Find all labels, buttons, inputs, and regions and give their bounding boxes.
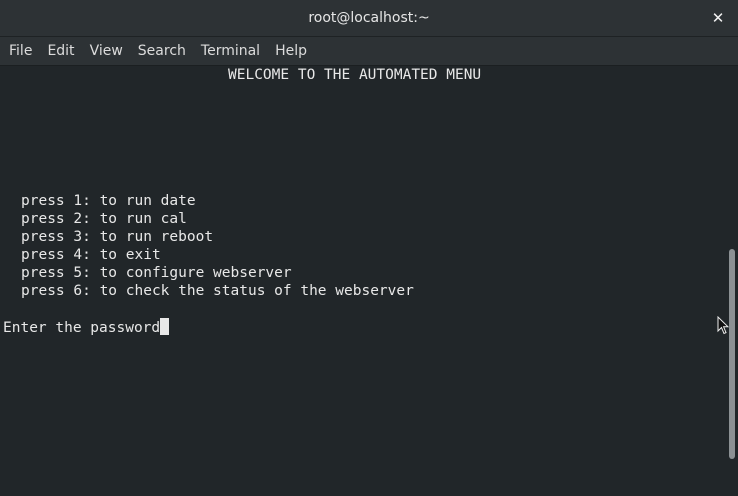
menu-option: press 6: to check the status of the webs… — [21, 283, 414, 299]
scrollbar[interactable] — [724, 66, 738, 496]
menu-option: press 2: to run cal — [21, 211, 187, 227]
terminal-output[interactable]: WELCOME TO THE AUTOMATED MENU press 1: t… — [0, 66, 724, 496]
password-prompt-line: Enter the password — [3, 318, 170, 336]
menu-option: press 5: to configure webserver — [21, 265, 292, 281]
mouse-pointer-icon — [717, 316, 729, 335]
text-cursor — [160, 318, 170, 335]
menu-option: press 3: to run reboot — [21, 229, 214, 245]
menu-search[interactable]: Search — [132, 37, 192, 65]
menu-bar: File Edit View Search Terminal Help — [0, 37, 738, 66]
password-prompt: Enter the password — [3, 320, 161, 336]
close-icon[interactable]: ✕ — [708, 8, 728, 28]
window-title: root@localhost:~ — [308, 10, 430, 26]
title-bar[interactable]: root@localhost:~ ✕ — [0, 0, 738, 37]
scrollbar-thumb[interactable] — [729, 249, 735, 459]
terminal-window: root@localhost:~ ✕ File Edit View Search… — [0, 0, 738, 496]
menu-heading: WELCOME TO THE AUTOMATED MENU — [228, 67, 482, 83]
menu-help[interactable]: Help — [269, 37, 313, 65]
menu-edit[interactable]: Edit — [41, 37, 80, 65]
menu-view[interactable]: View — [84, 37, 129, 65]
menu-terminal[interactable]: Terminal — [195, 37, 266, 65]
menu-option: press 4: to exit — [21, 247, 161, 263]
menu-file[interactable]: File — [3, 37, 38, 65]
menu-option: press 1: to run date — [21, 193, 196, 209]
